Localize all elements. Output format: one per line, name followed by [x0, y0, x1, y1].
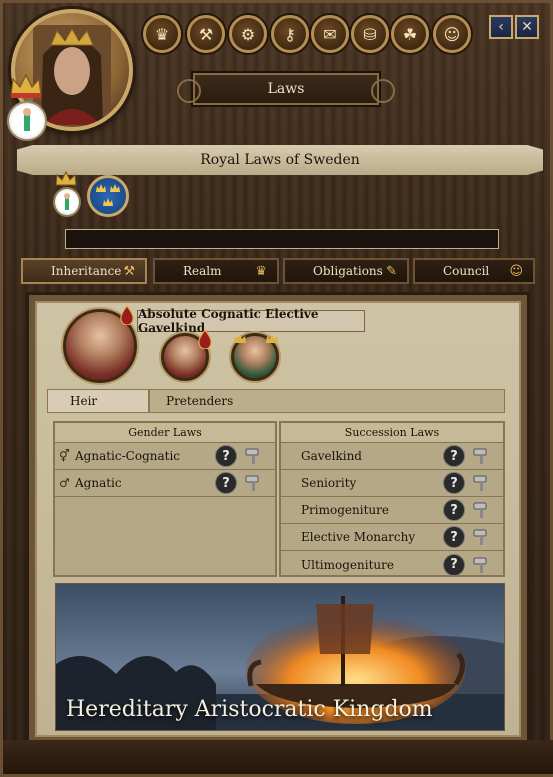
tab-heir[interactable]: Heir	[47, 389, 149, 413]
people-button[interactable]: ☺	[433, 15, 471, 53]
triquetra-button[interactable]: ☘	[391, 15, 429, 53]
tab-pretenders[interactable]: Pretenders	[149, 389, 505, 413]
scroll-icon: ✉	[323, 24, 337, 44]
gears-button[interactable]: ⚙	[229, 15, 267, 53]
succession-laws-heading: Succession Laws	[281, 423, 503, 443]
tab-label: Obligations	[313, 264, 383, 278]
gender-laws-panel: Gender Laws ⚥ Agnatic-Cognatic ? ♂ Agnat…	[53, 421, 277, 577]
quill-icon: ✎	[386, 263, 397, 279]
crown-icon	[55, 171, 77, 186]
arrow-left-icon: ‹	[498, 19, 504, 35]
crown-icon: ♛	[255, 263, 267, 279]
help-button[interactable]: ?	[443, 553, 465, 576]
tab-realm[interactable]: Realm ♛	[153, 258, 279, 284]
crown-icon	[10, 73, 42, 98]
gavel-icon[interactable]	[243, 447, 265, 465]
succession-laws-panel: Succession Laws Gavelkind ? Seniority ? …	[279, 421, 505, 577]
crown-icon: ♛	[154, 24, 170, 44]
tab-inheritance[interactable]: Inheritance ⚒	[21, 258, 147, 284]
coins-icon: ⛁	[363, 24, 377, 44]
gavel-icon[interactable]	[471, 501, 493, 519]
gavel-icon[interactable]	[471, 447, 493, 465]
realm-banner: Royal Laws of Sweden	[17, 145, 543, 175]
people-icon: ☺	[443, 24, 461, 44]
gavel-icon: ⚒	[123, 263, 135, 279]
crown-icon	[266, 334, 278, 343]
figure-icon	[64, 193, 70, 210]
current-succession-law: Absolute Cognatic Elective Gavelkind	[137, 307, 365, 335]
law-label: Primogeniture	[301, 503, 389, 517]
help-button[interactable]: ?	[215, 472, 237, 494]
gavel-icon[interactable]	[471, 474, 493, 492]
gender-laws-heading: Gender Laws	[55, 423, 275, 443]
law-label: Agnatic	[75, 476, 122, 490]
coins-button[interactable]: ⛁	[351, 15, 389, 53]
law-label: Elective Monarchy	[301, 530, 416, 544]
gears-icon: ⚙	[240, 24, 256, 44]
law-label: Agnatic-Cognatic	[75, 449, 181, 463]
scroll-button[interactable]: ✉	[311, 15, 349, 53]
law-row[interactable]: Seniority ?	[281, 470, 503, 497]
hammer-icon: ⚒	[198, 24, 214, 44]
law-row[interactable]: Elective Monarchy ?	[281, 524, 503, 551]
law-label: Gavelkind	[301, 449, 362, 463]
law-label: Seniority	[301, 476, 357, 490]
triquetra-icon: ☘	[402, 24, 418, 44]
tab-label: Inheritance	[51, 264, 122, 278]
tab-label: Council	[443, 264, 490, 278]
tab-obligations[interactable]: Obligations ✎	[283, 258, 409, 284]
government-caption: Hereditary Aristocratic Kingdom	[66, 697, 433, 722]
blood-drop-icon	[198, 329, 212, 349]
sweden-coat-of-arms[interactable]	[87, 175, 129, 217]
gender-mixed-icon: ⚥	[59, 449, 70, 463]
help-button[interactable]: ?	[443, 445, 465, 467]
law-label: Ultimogeniture	[301, 557, 394, 572]
footer-strip	[3, 740, 553, 774]
help-button[interactable]: ?	[215, 445, 237, 467]
male-icon: ♂	[59, 476, 70, 490]
search-input[interactable]	[65, 229, 499, 249]
law-row[interactable]: Primogeniture ?	[281, 497, 503, 524]
back-button[interactable]: ‹	[489, 15, 513, 39]
gavel-icon[interactable]	[471, 528, 493, 546]
close-button[interactable]: ✕	[515, 15, 539, 39]
title-coat-of-arms[interactable]	[53, 187, 81, 217]
gavel-icon[interactable]	[243, 474, 265, 492]
law-row[interactable]: ♂ Agnatic ?	[55, 470, 275, 497]
government-illustration: Hereditary Aristocratic Kingdom	[55, 583, 505, 731]
law-row[interactable]: Gavelkind ?	[281, 443, 503, 470]
ruler-coat-of-arms[interactable]	[7, 101, 47, 141]
gavel-icon[interactable]	[471, 556, 493, 574]
key-icon: ⚷	[284, 24, 296, 44]
law-row[interactable]: ⚥ Agnatic-Cognatic ?	[55, 443, 275, 470]
tab-council[interactable]: Council ☺	[413, 258, 535, 284]
crown-button[interactable]: ♛	[143, 15, 181, 53]
three-crowns-icon	[96, 184, 120, 206]
close-icon: ✕	[521, 19, 533, 35]
tab-label: Realm	[183, 264, 222, 278]
crown-icon	[234, 334, 246, 343]
blood-drop-icon	[120, 305, 134, 325]
help-button[interactable]: ?	[443, 499, 465, 521]
law-row[interactable]: Ultimogeniture ?	[281, 551, 503, 578]
people-icon: ☺	[509, 263, 523, 279]
key-button[interactable]: ⚷	[271, 15, 309, 53]
help-button[interactable]: ?	[443, 526, 465, 548]
window-title: Laws	[177, 73, 395, 105]
hammer-button[interactable]: ⚒	[187, 15, 225, 53]
help-button[interactable]: ?	[443, 472, 465, 494]
laws-window: ♛ ⚒ ⚙ ⚷ ✉ ⛁ ☘ ☺ ‹ ✕ Laws Royal Laws of S…	[0, 0, 553, 777]
figure-icon	[23, 108, 31, 131]
